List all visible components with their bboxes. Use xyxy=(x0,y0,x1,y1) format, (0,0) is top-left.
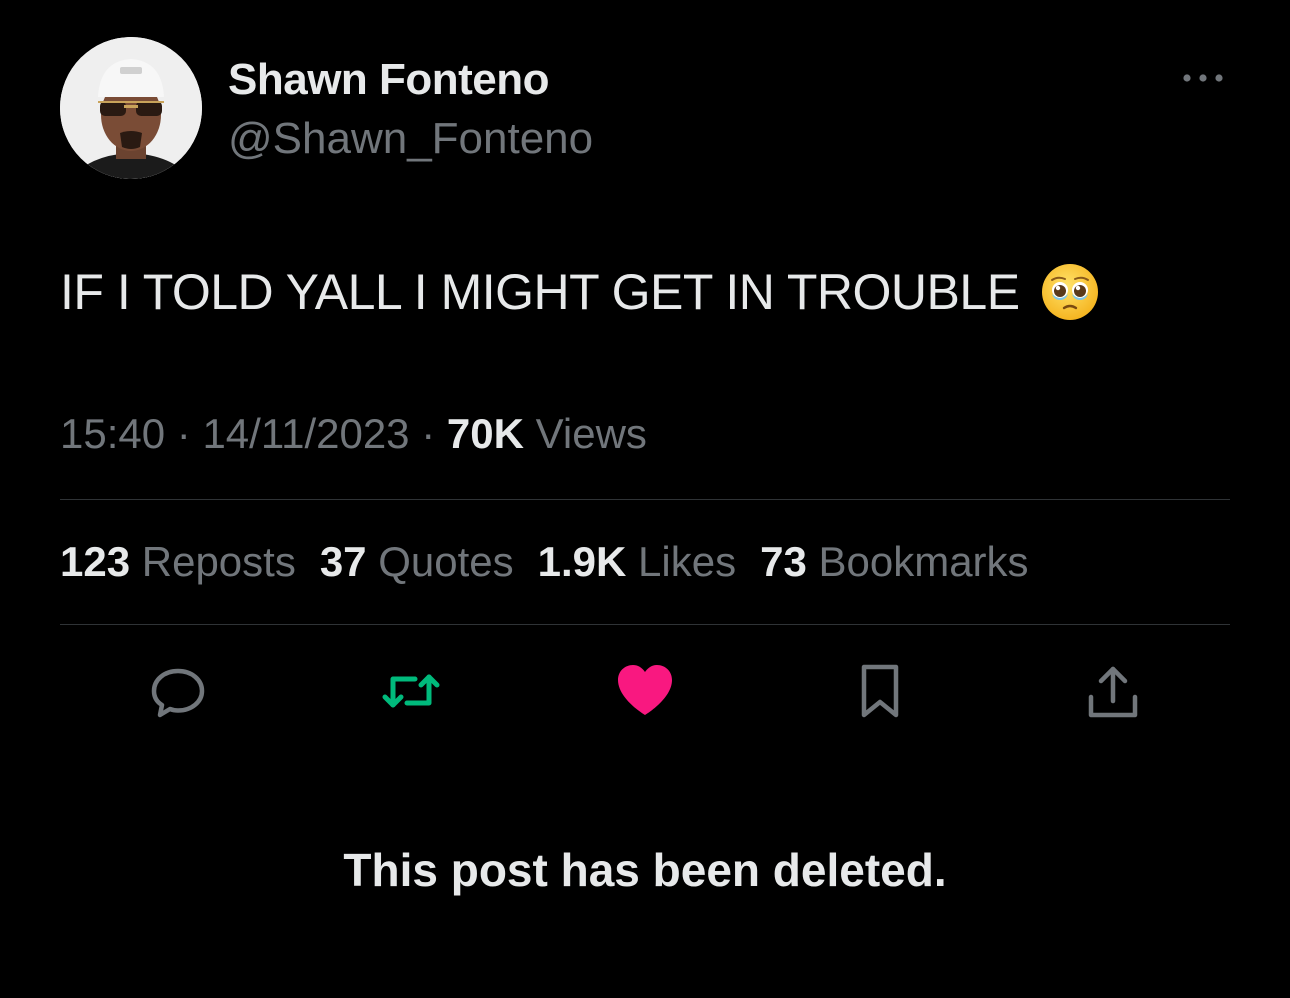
user-handle[interactable]: @Shawn_Fonteno xyxy=(228,114,593,164)
avatar[interactable] xyxy=(60,37,202,179)
face-holding-back-tears-icon xyxy=(1040,262,1100,322)
stat-likes[interactable]: 1.9K Likes xyxy=(538,538,736,585)
post-date[interactable]: 14/11/2023 xyxy=(202,410,409,457)
views-count[interactable]: 70K xyxy=(447,410,524,457)
reply-icon xyxy=(148,661,208,726)
display-name[interactable]: Shawn Fonteno xyxy=(228,55,550,105)
repost-button[interactable] xyxy=(378,660,444,726)
repost-icon xyxy=(379,661,443,726)
reply-button[interactable] xyxy=(145,660,211,726)
stat-count: 1.9K xyxy=(537,538,627,585)
post-stats: 123 Reposts 37 Quotes 1.9K Likes 73 Bookmar… xyxy=(60,538,1053,586)
meta-separator: · xyxy=(421,410,436,457)
post-time[interactable]: 15:40 xyxy=(60,410,165,457)
stat-label: Quotes xyxy=(378,538,514,585)
share-button[interactable] xyxy=(1080,660,1146,726)
divider xyxy=(60,499,1230,500)
stat-bookmarks[interactable]: 73 Bookmarks xyxy=(760,538,1028,585)
bookmark-button[interactable] xyxy=(847,660,913,726)
post-meta: 15:40 · 14/11/2023 · 70K Views xyxy=(60,410,647,458)
post-text: IF I TOLD YALL I MIGHT GET IN TROUBLE xyxy=(60,262,1100,322)
stat-count: 123 xyxy=(60,538,131,585)
stat-label: Likes xyxy=(638,538,737,585)
divider xyxy=(60,624,1230,625)
like-icon xyxy=(614,663,676,724)
stat-label: Bookmarks xyxy=(818,538,1029,585)
more-options-icon[interactable] xyxy=(1178,60,1228,96)
share-icon xyxy=(1083,661,1143,726)
stat-reposts[interactable]: 123 Reposts xyxy=(60,538,296,585)
post-text-content: IF I TOLD YALL I MIGHT GET IN TROUBLE xyxy=(60,264,1020,320)
stat-label: Reposts xyxy=(141,538,296,585)
bookmark-icon xyxy=(854,661,906,726)
like-button[interactable] xyxy=(612,660,678,726)
stat-count: 73 xyxy=(760,538,807,585)
meta-separator: · xyxy=(176,410,191,457)
views-label[interactable]: Views xyxy=(536,410,647,457)
stat-quotes[interactable]: 37 Quotes xyxy=(320,538,514,585)
stat-count: 37 xyxy=(319,538,367,585)
deleted-notice: This post has been deleted. xyxy=(343,844,947,896)
